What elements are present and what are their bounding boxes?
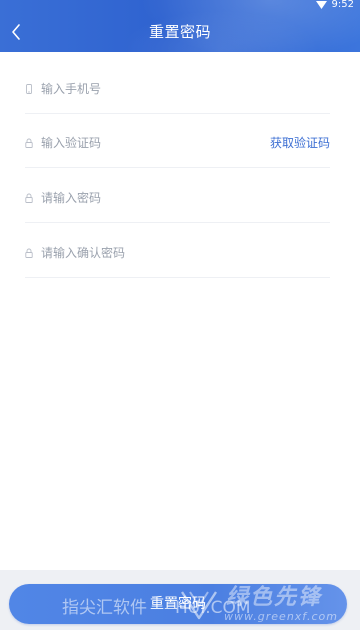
lock-icon [25,248,33,258]
watermark-url: www.greenxf.com [224,610,338,623]
phone-field-row [25,65,330,114]
app-header: 9:52 重置密码 [0,0,360,52]
watermark-logo: 绿色先锋 www.greenxf.com [180,584,355,628]
confirm-password-field-row [25,229,330,278]
status-bar: 9:52 [315,0,354,10]
phone-input[interactable] [41,65,261,113]
status-time: 9:52 [331,0,354,10]
code-field-row: 获取验证码 [25,119,330,168]
page-title: 重置密码 [148,23,211,41]
password-field-row [25,174,330,223]
wifi-icon [315,1,327,9]
verification-code-input[interactable] [41,119,261,167]
lock-icon [25,193,33,203]
confirm-password-input[interactable] [41,229,261,277]
lock-icon [25,138,33,148]
phone-icon [26,84,32,94]
watermark-brand: 绿色先锋 [226,585,323,610]
password-input[interactable] [41,174,261,222]
get-code-button[interactable]: 获取验证码 [270,119,330,167]
watermark-logo-icon [180,591,218,620]
